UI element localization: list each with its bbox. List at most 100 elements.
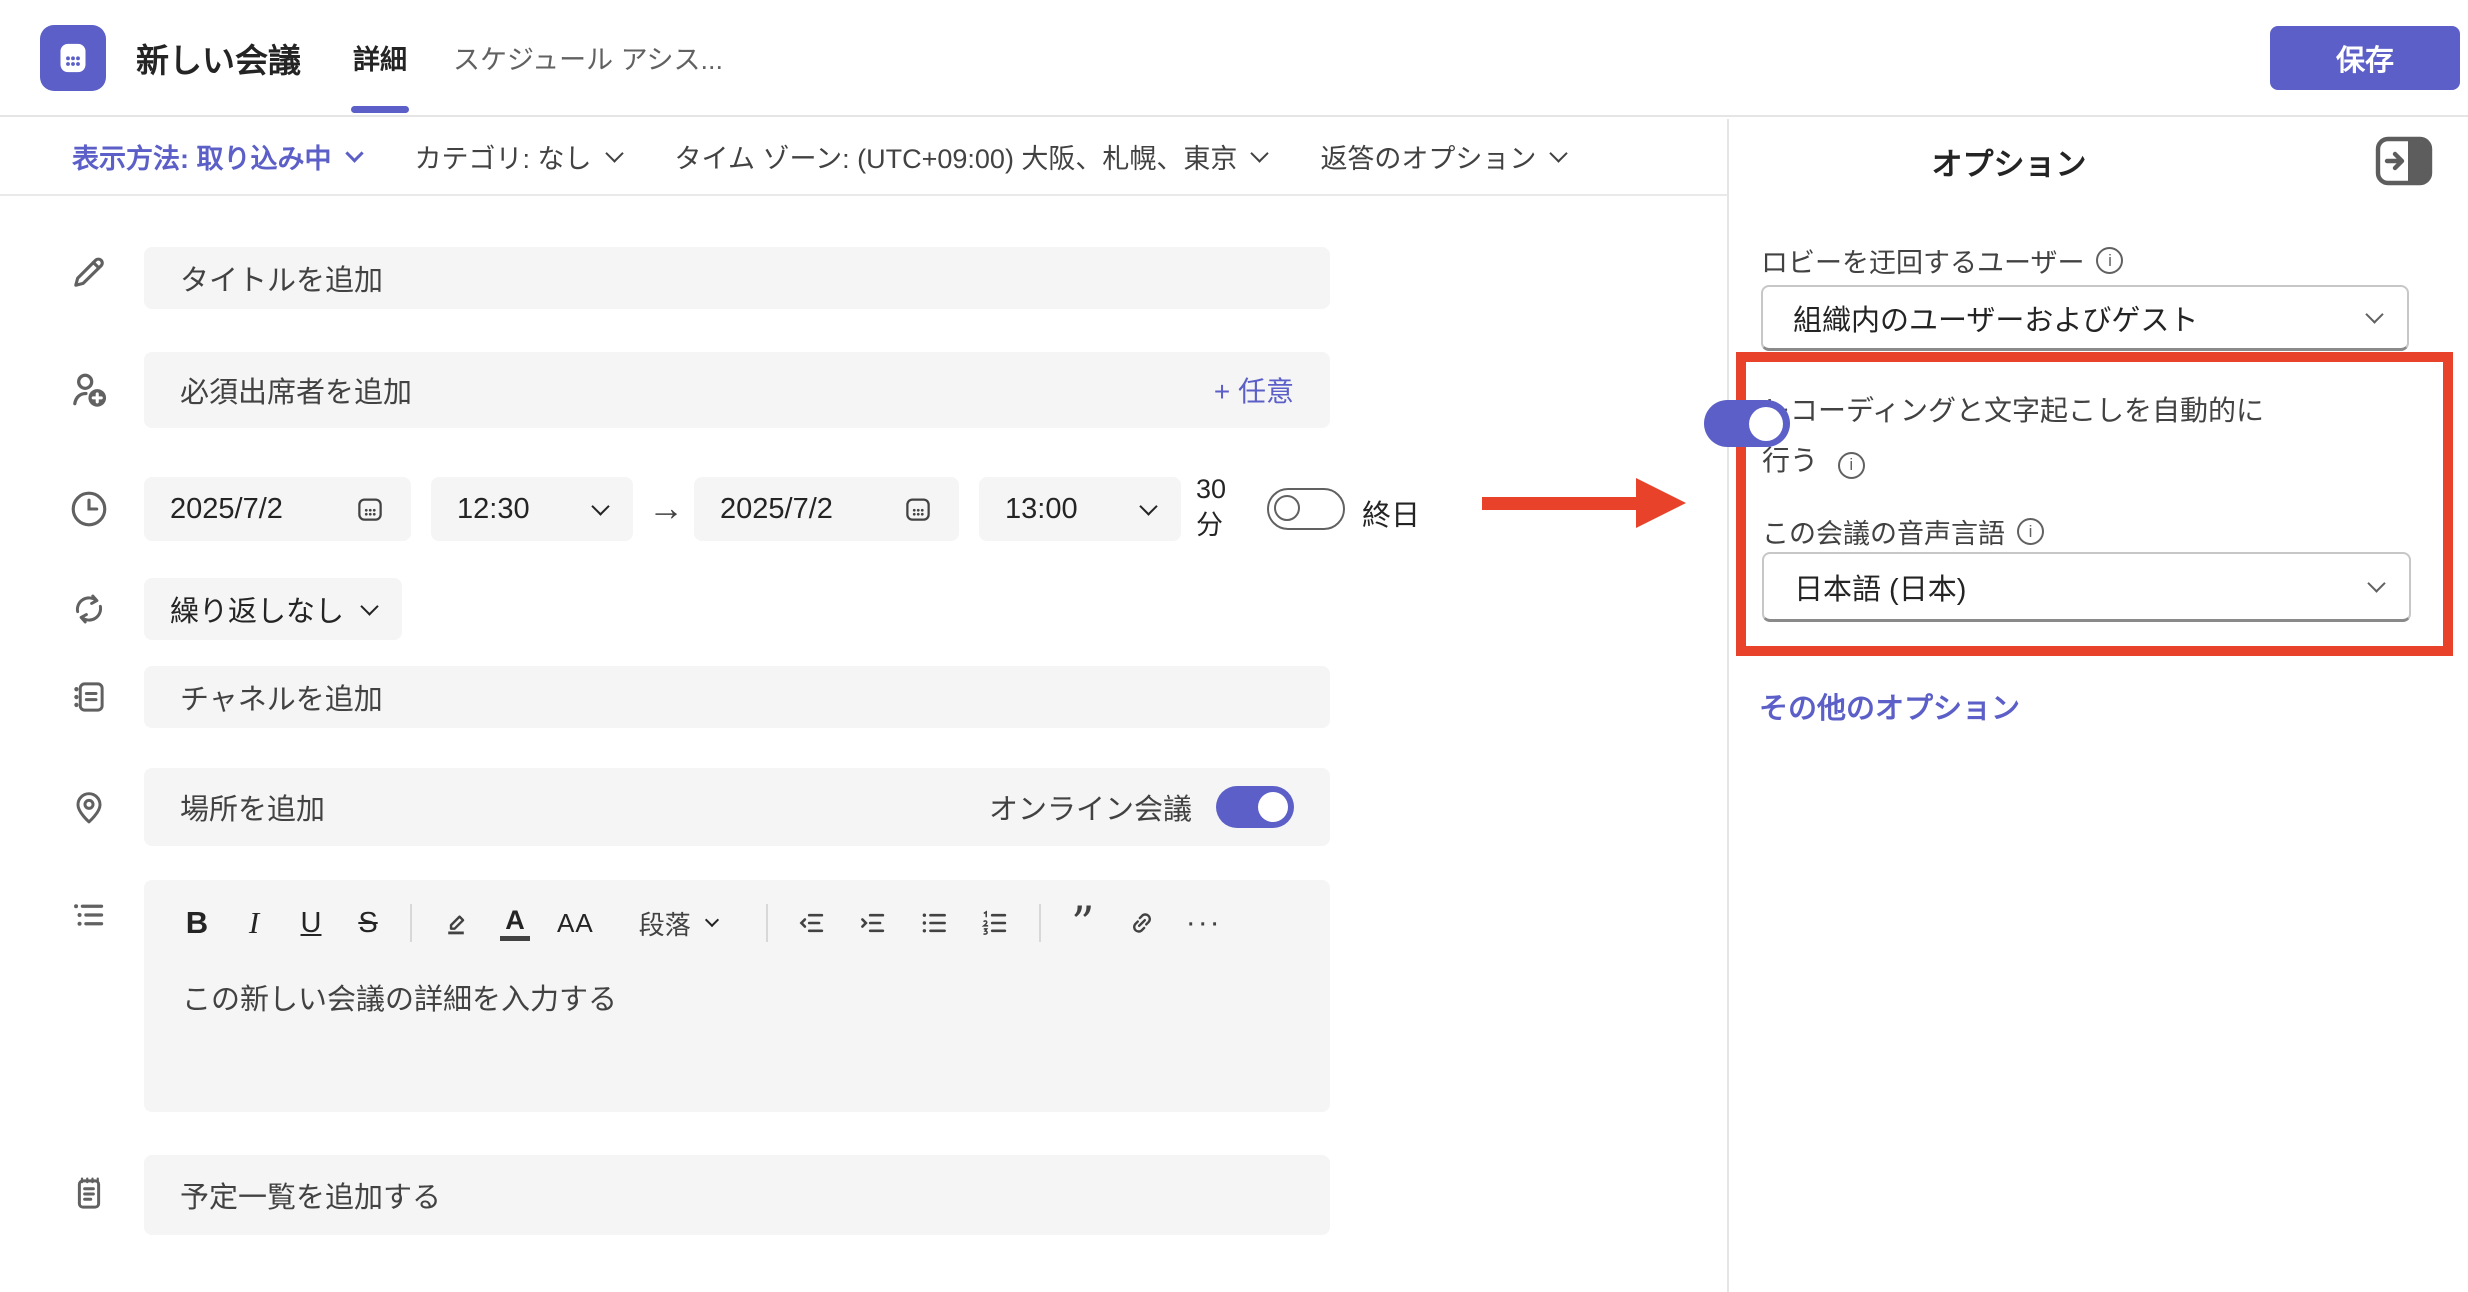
agenda-input[interactable]: 予定一覧を追加する xyxy=(144,1155,1330,1235)
end-time-value: 13:00 xyxy=(1005,493,1078,526)
agenda-placeholder: 予定一覧を追加する xyxy=(180,1174,441,1216)
link-icon[interactable] xyxy=(1125,906,1159,940)
chevron-down-icon xyxy=(1251,144,1269,162)
meeting-form: 表示方法: 取り込み中 カテゴリ: なし タイム ゾーン: (UTC+09:00… xyxy=(0,119,1729,1292)
red-annotation-arrow xyxy=(1480,477,1690,529)
info-icon[interactable]: i xyxy=(2096,247,2123,274)
collapse-panel-icon[interactable] xyxy=(2374,135,2434,187)
all-day-label: 終日 xyxy=(1362,492,1420,534)
chevron-down-icon xyxy=(2367,574,2385,592)
indent-button[interactable] xyxy=(856,906,890,940)
top-bar: 新しい会議 詳細 スケジュール アシス... 保存 xyxy=(0,0,2468,117)
meeting-app-icon xyxy=(40,25,106,91)
toolbar-divider xyxy=(410,904,412,942)
agenda-icon xyxy=(66,1173,112,1215)
bullet-list-button[interactable] xyxy=(917,906,951,940)
blockquote-button[interactable]: ” xyxy=(1068,909,1098,937)
description-list-icon xyxy=(66,894,112,936)
toolbar-divider xyxy=(1039,904,1041,942)
more-options-link[interactable]: その他のオプション xyxy=(1759,685,2020,727)
spoken-language-select[interactable]: 日本語 (日本) xyxy=(1762,552,2411,622)
red-highlight-box: レコーディングと文字起こしを自動的に行う i この会議の音声言語 i 日本語 (… xyxy=(1736,352,2453,656)
options-panel: オプション ロビーを迂回するユーザー i 組織内のユーザーおよびゲスト レコーデ… xyxy=(1729,119,2468,1292)
toggle-knob xyxy=(1749,407,1783,441)
recurrence-dropdown[interactable]: 繰り返しなし xyxy=(144,578,402,640)
calendar-icon xyxy=(903,494,933,524)
add-optional-attendees-link[interactable]: + 任意 xyxy=(1214,370,1294,410)
calendar-glyph xyxy=(53,38,93,78)
lobby-bypass-label-text: ロビーを迂回するユーザー xyxy=(1761,241,2084,280)
paragraph-label: 段落 xyxy=(639,905,691,942)
description-placeholder: この新しい会議の詳細を入力する xyxy=(182,976,617,1018)
numbered-list-button[interactable] xyxy=(978,906,1012,940)
attendees-placeholder: 必須出席者を追加 xyxy=(180,369,412,411)
chevron-down-icon xyxy=(591,497,609,515)
duration-label: 30 分 xyxy=(1196,471,1226,543)
online-meeting-control: オンライン会議 xyxy=(989,786,1294,828)
italic-button[interactable]: I xyxy=(239,905,269,941)
strikethrough-button[interactable]: S xyxy=(353,907,383,940)
channel-placeholder: チャネルを追加 xyxy=(180,676,383,718)
recording-transcription-toggle[interactable] xyxy=(1704,400,1790,447)
tab-details[interactable]: 詳細 xyxy=(353,0,407,115)
location-pin-icon xyxy=(66,786,112,828)
recording-transcription-label: レコーディングと文字起こしを自動的に行う i xyxy=(1762,386,2272,486)
start-time-dropdown[interactable]: 12:30 xyxy=(431,477,633,541)
chevron-down-icon xyxy=(345,144,363,162)
all-day-toggle[interactable] xyxy=(1267,488,1345,530)
tab-scheduling-assistant[interactable]: スケジュール アシス... xyxy=(453,0,723,115)
calendar-icon xyxy=(355,494,385,524)
chevron-down-icon xyxy=(705,913,719,927)
more-options-icon[interactable]: ··· xyxy=(1186,906,1222,940)
toggle-knob xyxy=(1274,495,1300,521)
paragraph-style-dropdown[interactable]: 段落 xyxy=(639,905,717,942)
chevron-down-icon xyxy=(1139,497,1157,515)
outdent-button[interactable] xyxy=(795,906,829,940)
info-icon[interactable]: i xyxy=(1838,452,1865,479)
end-time-dropdown[interactable]: 13:00 xyxy=(979,477,1181,541)
title-placeholder: タイトルを追加 xyxy=(180,257,383,299)
repeat-icon xyxy=(66,588,112,630)
lobby-bypass-label: ロビーを迂回するユーザー i xyxy=(1761,241,2123,280)
spoken-language-value: 日本語 (日本) xyxy=(1794,566,1966,608)
end-date-value: 2025/7/2 xyxy=(720,493,833,526)
underline-button[interactable]: U xyxy=(296,907,326,940)
location-input[interactable]: 場所を追加 オンライン会議 xyxy=(144,768,1330,846)
content-area: 表示方法: 取り込み中 カテゴリ: なし タイム ゾーン: (UTC+09:00… xyxy=(0,119,2468,1292)
start-date-picker[interactable]: 2025/7/2 xyxy=(144,477,411,541)
online-meeting-toggle[interactable] xyxy=(1216,786,1294,828)
arrow-right-icon: → xyxy=(648,487,684,529)
online-meeting-label: オンライン会議 xyxy=(989,786,1192,828)
title-input[interactable]: タイトルを追加 xyxy=(144,247,1330,309)
highlighter-icon[interactable] xyxy=(439,906,473,940)
required-attendees-input[interactable]: 必須出席者を追加 + 任意 xyxy=(144,352,1330,428)
bold-button[interactable]: B xyxy=(182,905,212,941)
spoken-language-label: この会議の音声言語 i xyxy=(1762,512,2044,551)
chevron-down-icon xyxy=(1550,144,1568,162)
save-button[interactable]: 保存 xyxy=(2270,26,2460,90)
channel-input[interactable]: チャネルを追加 xyxy=(144,666,1330,728)
editor-toolbar: B I U S A AA 段落 xyxy=(144,880,1330,942)
lobby-bypass-value: 組織内のユーザーおよびゲスト xyxy=(1793,297,2198,339)
tab-details-label: 詳細 xyxy=(353,38,407,77)
location-placeholder: 場所を追加 xyxy=(180,786,325,828)
description-editor[interactable]: B I U S A AA 段落 xyxy=(144,880,1330,1112)
show-as-label: 表示方法: 取り込み中 xyxy=(72,137,332,176)
chevron-down-icon xyxy=(2365,305,2383,323)
lobby-bypass-select[interactable]: 組織内のユーザーおよびゲスト xyxy=(1761,285,2409,351)
meeting-settings-bar: 表示方法: 取り込み中 カテゴリ: なし タイム ゾーン: (UTC+09:00… xyxy=(0,119,1727,196)
timezone-dropdown[interactable]: タイム ゾーン: (UTC+09:00) 大阪、札幌、東京 xyxy=(675,137,1267,176)
response-options-dropdown[interactable]: 返答のオプション xyxy=(1320,137,1565,176)
category-dropdown[interactable]: カテゴリ: なし xyxy=(415,137,621,176)
text-size-button[interactable]: AA xyxy=(557,908,594,939)
font-color-button[interactable]: A xyxy=(500,905,530,941)
end-date-picker[interactable]: 2025/7/2 xyxy=(694,477,959,541)
add-attendee-icon xyxy=(66,368,112,414)
timezone-label: タイム ゾーン: (UTC+09:00) 大阪、札幌、東京 xyxy=(675,137,1238,176)
show-as-dropdown[interactable]: 表示方法: 取り込み中 xyxy=(72,137,361,176)
duration-value: 30 xyxy=(1196,471,1226,507)
active-tab-underline xyxy=(351,106,409,113)
info-icon[interactable]: i xyxy=(2017,518,2044,545)
start-time-value: 12:30 xyxy=(457,493,530,526)
channel-icon xyxy=(66,676,112,718)
